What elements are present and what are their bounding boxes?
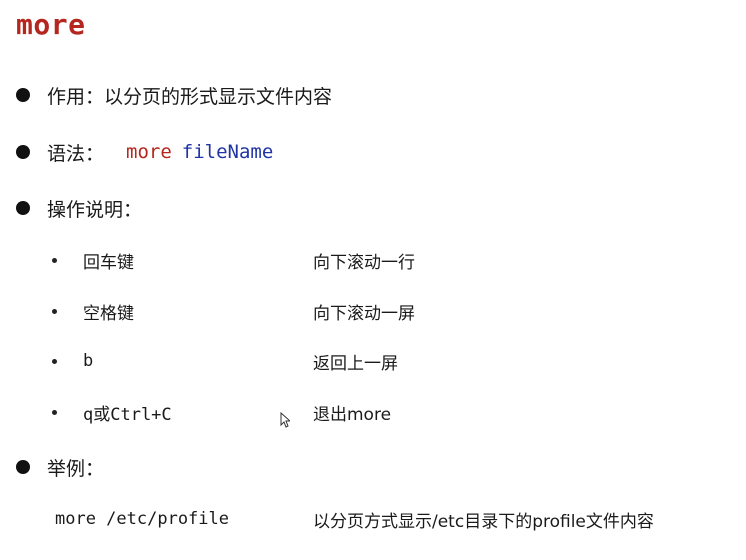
page-title: more	[16, 8, 86, 41]
operation-description: 返回上一屏	[313, 353, 398, 374]
sub-bullet-icon	[52, 308, 57, 314]
syntax-label: 语法：	[47, 142, 105, 165]
syntax-command: more	[126, 141, 172, 163]
sub-bullet-icon	[52, 358, 57, 364]
operations-label: 操作说明：	[47, 198, 143, 221]
operation-row: 空格键 向下滚动一屏	[50, 298, 415, 324]
operation-description: 退出more	[313, 404, 392, 425]
operation-row: b 返回上一屏	[50, 348, 398, 374]
bullet-icon	[16, 88, 30, 102]
bullet-icon	[16, 201, 30, 215]
operation-row: 回车键 向下滚动一行	[50, 247, 415, 273]
example-item: 举例：	[16, 453, 104, 481]
sub-bullet-icon	[52, 257, 57, 263]
operation-key: 空格键	[83, 303, 134, 324]
sub-bullet-icon	[52, 409, 57, 415]
example-command: more /etc/profile	[55, 509, 229, 529]
example-description: 以分页方式显示/etc目录下的profile文件内容	[313, 511, 654, 532]
operation-key: q或Ctrl+C	[83, 404, 172, 425]
syntax-item: 语法： more fileName	[16, 138, 273, 166]
operation-key: b	[83, 351, 94, 371]
syntax-argument: fileName	[181, 141, 274, 163]
operation-description: 向下滚动一屏	[313, 303, 415, 324]
bullet-icon	[16, 145, 30, 159]
bullet-icon	[16, 460, 30, 474]
mouse-pointer-icon	[280, 412, 290, 428]
purpose-text: 作用：以分页的形式显示文件内容	[47, 85, 333, 108]
operation-row: q或Ctrl+C 退出more	[50, 399, 391, 425]
operation-key: 回车键	[83, 252, 134, 273]
purpose-item: 作用：以分页的形式显示文件内容	[16, 81, 332, 109]
operations-item: 操作说明：	[16, 194, 142, 222]
operation-description: 向下滚动一行	[313, 252, 415, 273]
example-label: 举例：	[47, 457, 105, 480]
example-row: more /etc/profile 以分页方式显示/etc目录下的profile…	[55, 506, 654, 532]
